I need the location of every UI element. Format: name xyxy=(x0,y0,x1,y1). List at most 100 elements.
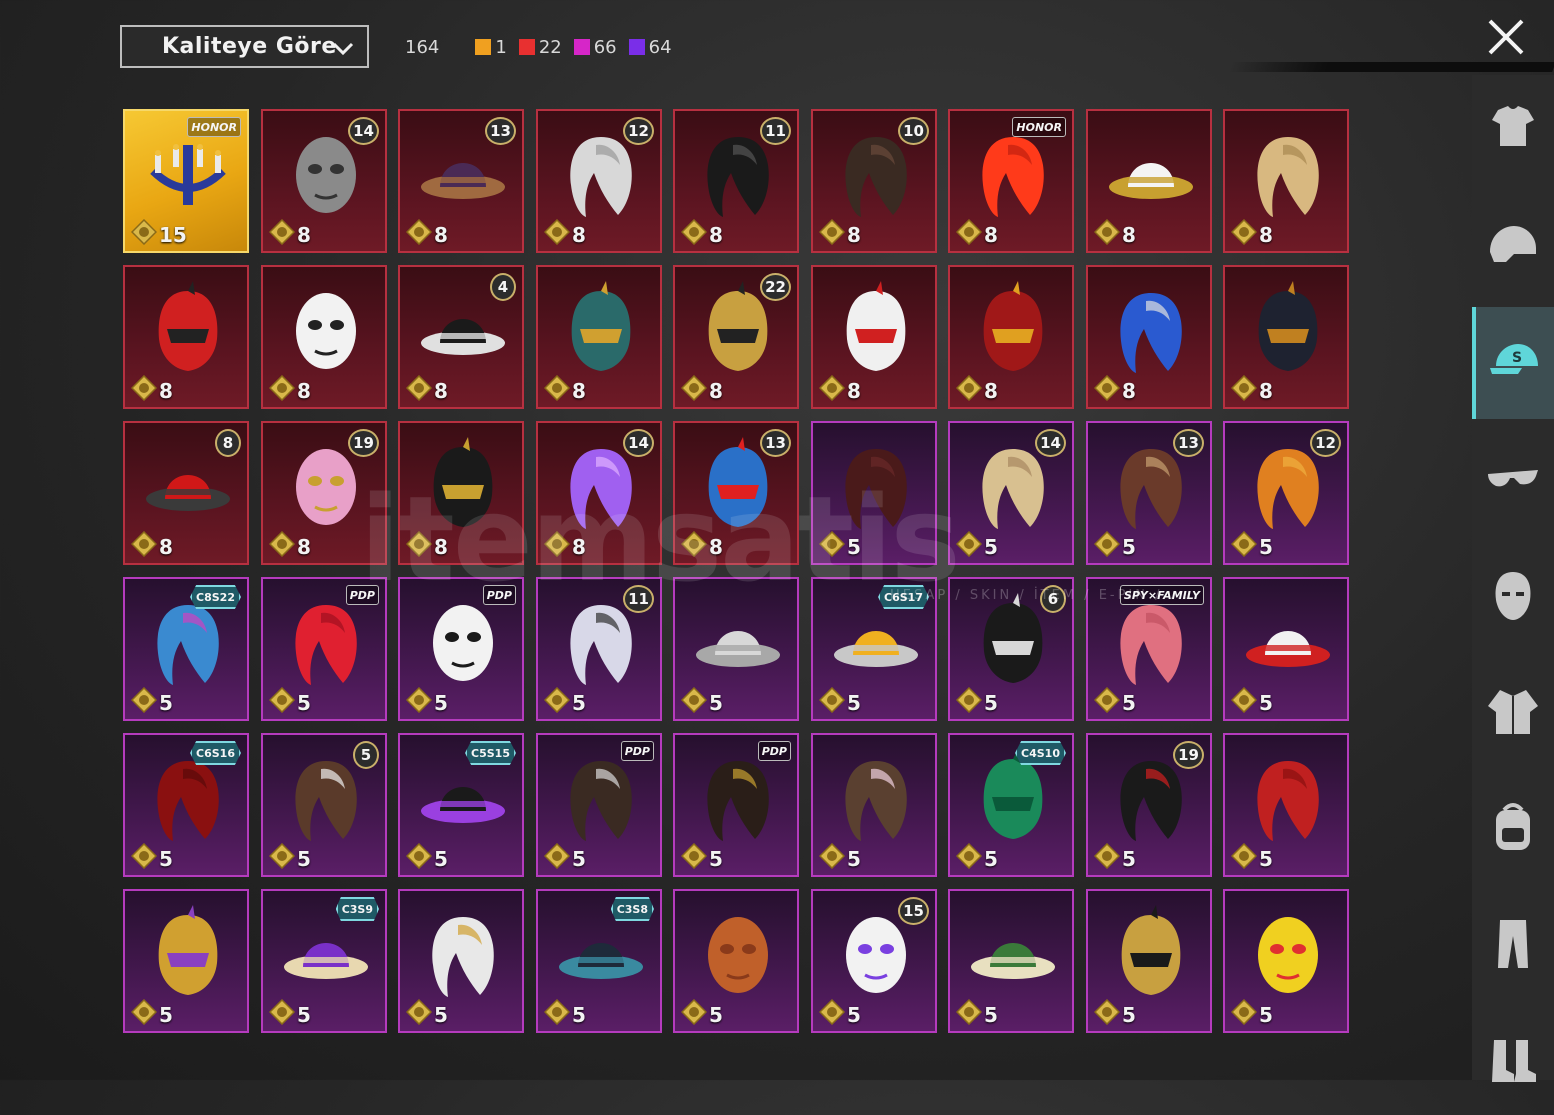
item-slot[interactable]: 4 8 xyxy=(398,265,524,409)
quality-count-legendary: 1 xyxy=(475,37,507,58)
item-slot[interactable]: C6S16 5 xyxy=(123,733,249,877)
item-slot[interactable]: 5 xyxy=(123,889,249,1033)
item-slot[interactable]: 12 5 xyxy=(1223,421,1349,565)
item-slot[interactable]: PDP 5 xyxy=(398,577,524,721)
item-slot[interactable]: 11 5 xyxy=(536,577,662,721)
collab-tag: PDP xyxy=(482,585,516,605)
item-slot[interactable]: 5 xyxy=(673,577,799,721)
currency-diamond-icon xyxy=(406,687,432,713)
item-slot[interactable]: 6 5 xyxy=(948,577,1074,721)
category-tab-cap[interactable]: S xyxy=(1472,307,1554,419)
item-slot[interactable]: 22 8 xyxy=(673,265,799,409)
item-slot[interactable]: C8S22 5 xyxy=(123,577,249,721)
item-slot[interactable]: 5 xyxy=(811,733,937,877)
level-badge: 22 xyxy=(760,273,791,301)
item-slot[interactable]: 5 xyxy=(398,889,524,1033)
item-slot[interactable]: 5 5 xyxy=(261,733,387,877)
item-slot[interactable]: 8 xyxy=(536,265,662,409)
category-tab-outfit[interactable] xyxy=(1472,75,1554,187)
item-slot[interactable]: 5 xyxy=(1223,733,1349,877)
item-slot[interactable]: C4S10 5 xyxy=(948,733,1074,877)
candelabra-art xyxy=(150,144,226,205)
item-slot[interactable]: 5 xyxy=(811,421,937,565)
item-price: 8 xyxy=(1259,379,1273,403)
hat-art xyxy=(971,943,1055,979)
item-slot[interactable]: 8 xyxy=(811,265,937,409)
close-icon[interactable] xyxy=(1486,17,1526,57)
mask-art xyxy=(708,917,768,993)
item-slot[interactable]: 10 8 xyxy=(811,109,937,253)
item-slot[interactable]: 13 8 xyxy=(673,421,799,565)
item-slot[interactable]: 19 8 xyxy=(261,421,387,565)
level-badge: 8 xyxy=(215,429,241,457)
level-badge: 14 xyxy=(623,429,654,457)
item-slot[interactable]: 13 8 xyxy=(398,109,524,253)
item-slot[interactable]: 19 5 xyxy=(1086,733,1212,877)
item-slot[interactable]: C3S9 5 xyxy=(261,889,387,1033)
item-slot[interactable]: 5 xyxy=(1223,577,1349,721)
item-slot[interactable]: C6S17 5 xyxy=(811,577,937,721)
item-price: 15 xyxy=(159,223,187,247)
currency-diamond-icon xyxy=(544,375,570,401)
sort-dropdown[interactable]: Kaliteye Göre xyxy=(120,25,369,68)
season-badge: C6S17 xyxy=(878,585,929,609)
item-slot[interactable]: HONOR 15 xyxy=(123,109,249,253)
item-slot[interactable]: 8 xyxy=(261,265,387,409)
item-price: 8 xyxy=(297,223,311,247)
item-slot[interactable]: 5 xyxy=(1223,889,1349,1033)
item-slot[interactable]: 13 5 xyxy=(1086,421,1212,565)
category-tab-backpack[interactable] xyxy=(1472,771,1554,883)
season-badge: C3S8 xyxy=(610,897,654,921)
item-slot[interactable]: PDP 5 xyxy=(673,733,799,877)
item-slot[interactable]: 8 xyxy=(948,265,1074,409)
item-slot[interactable]: 5 xyxy=(673,889,799,1033)
item-slot[interactable]: 8 xyxy=(1223,109,1349,253)
currency-diamond-icon xyxy=(544,999,570,1025)
quality-count-value: 22 xyxy=(538,36,562,58)
backpack-icon xyxy=(1496,803,1530,850)
currency-diamond-icon xyxy=(131,531,157,557)
item-slot[interactable]: 8 xyxy=(1086,265,1212,409)
item-slot[interactable]: 8 xyxy=(398,421,524,565)
currency-diamond-icon xyxy=(131,999,157,1025)
item-slot[interactable]: PDP 5 xyxy=(261,577,387,721)
item-price: 8 xyxy=(709,535,723,559)
currency-diamond-icon xyxy=(1094,531,1120,557)
item-slot[interactable]: 8 xyxy=(1223,265,1349,409)
item-slot[interactable]: 8 xyxy=(1086,109,1212,253)
category-tab-jacket[interactable] xyxy=(1472,655,1554,767)
currency-diamond-icon xyxy=(1231,843,1257,869)
item-slot[interactable]: C3S8 5 xyxy=(536,889,662,1033)
item-slot[interactable]: PDP 5 xyxy=(536,733,662,877)
item-slot[interactable]: 15 5 xyxy=(811,889,937,1033)
item-slot[interactable]: 8 8 xyxy=(123,421,249,565)
item-slot[interactable]: 8 xyxy=(123,265,249,409)
item-slot[interactable]: 14 8 xyxy=(261,109,387,253)
decorative-stripe xyxy=(1228,62,1554,72)
currency-diamond-icon xyxy=(406,843,432,869)
item-slot[interactable]: 12 8 xyxy=(536,109,662,253)
item-slot[interactable]: 11 8 xyxy=(673,109,799,253)
category-sidebar: S xyxy=(1472,75,1554,1082)
item-slot[interactable]: HONOR 8 xyxy=(948,109,1074,253)
item-price: 5 xyxy=(1259,691,1273,715)
collab-tag: PDP xyxy=(620,741,654,761)
currency-diamond-icon xyxy=(681,375,707,401)
item-price: 5 xyxy=(434,691,448,715)
category-tab-pants[interactable] xyxy=(1472,887,1554,999)
item-price: 5 xyxy=(1259,1003,1273,1027)
item-slot[interactable]: 14 5 xyxy=(948,421,1074,565)
item-price: 8 xyxy=(159,379,173,403)
category-tab-helmet[interactable] xyxy=(1472,191,1554,303)
level-badge: 5 xyxy=(353,741,379,769)
level-badge: 13 xyxy=(760,429,791,457)
item-slot[interactable]: 5 xyxy=(1086,889,1212,1033)
item-slot[interactable]: 14 8 xyxy=(536,421,662,565)
item-slot[interactable]: SPY×FAMILY 5 xyxy=(1086,577,1212,721)
item-slot[interactable]: C5S15 5 xyxy=(398,733,524,877)
category-tab-boots[interactable] xyxy=(1472,1003,1554,1115)
category-tab-face-mask[interactable] xyxy=(1472,539,1554,651)
item-slot[interactable]: 5 xyxy=(948,889,1074,1033)
category-tab-glasses[interactable] xyxy=(1472,423,1554,535)
currency-diamond-icon xyxy=(544,219,570,245)
